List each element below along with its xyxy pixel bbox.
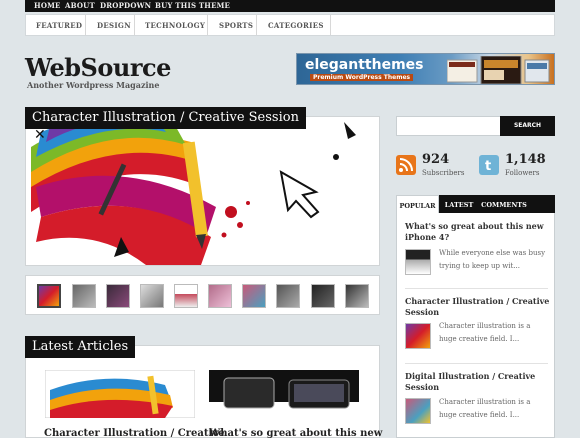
tab-popular[interactable]: POPULAR (396, 195, 439, 213)
popular-post-excerpt: Character illustration is a huge creativ… (439, 398, 531, 419)
cat-divider (256, 15, 257, 35)
cat-design[interactable]: DESIGN (97, 21, 131, 30)
featured-image: ✕ (26, 115, 379, 265)
popular-post-thumbnail[interactable] (405, 323, 431, 349)
svg-text:✕: ✕ (34, 127, 46, 143)
thumbnail[interactable] (174, 284, 198, 308)
popular-post-excerpt: Character illustration is a huge creativ… (439, 322, 531, 343)
post-divider (405, 363, 548, 364)
ad-brand: elegantthemes (305, 57, 424, 73)
article-title[interactable]: What's so great about this new (209, 428, 382, 438)
cat-divider (207, 15, 208, 35)
thumbnail[interactable] (311, 284, 335, 308)
featured-title[interactable]: Character Illustration / Creative Sessio… (25, 107, 306, 129)
cat-divider (330, 15, 331, 35)
cat-categories[interactable]: CATEGORIES (268, 21, 324, 30)
follower-count: 1,148 (505, 152, 546, 167)
top-nav-bar: HOME ABOUT DROPDOWN BUY THIS THEME (25, 0, 555, 12)
thumbnail[interactable] (345, 284, 369, 308)
site-tagline: Another Wordpress Magazine (27, 80, 160, 90)
thumbnail[interactable] (106, 284, 130, 308)
featured-thumbnails (25, 275, 380, 315)
svg-text:t: t (485, 159, 491, 174)
thumbnail[interactable] (140, 284, 164, 308)
featured-slider[interactable]: ✕ (25, 115, 380, 266)
thumbnail[interactable] (72, 284, 96, 308)
thumbnail-active[interactable] (37, 284, 61, 308)
sidebar-tabs: POPULAR LATEST COMMENTS (396, 195, 555, 213)
latest-articles-heading: Latest Articles (25, 336, 136, 358)
popular-post-title[interactable]: Digital Illustration / Creative Session (405, 371, 550, 393)
popular-post-thumbnail[interactable] (405, 249, 431, 275)
cat-divider (85, 15, 86, 35)
popular-post-excerpt: While everyone else was busy trying to k… (439, 249, 546, 270)
latest-articles-section (25, 345, 380, 438)
popular-post-title[interactable]: What's so great about this new iPhone 4? (405, 221, 550, 243)
popular-post-thumbnail[interactable] (405, 398, 431, 424)
cat-technology[interactable]: TECHNOLOGY (145, 21, 205, 30)
advertisement-banner[interactable]: elegantthemes Premium WordPress Themes (296, 53, 555, 85)
thumbnail[interactable] (208, 284, 232, 308)
category-nav-bar: FEATURED DESIGN TECHNOLOGY SPORTS CATEGO… (25, 14, 555, 36)
ad-theme-previews (447, 56, 550, 84)
tab-latest[interactable]: LATEST (439, 195, 479, 213)
ad-subtext: Premium WordPress Themes (310, 74, 414, 81)
follower-label: Followers (505, 169, 540, 177)
popular-posts-panel: What's so great about this new iPhone 4?… (396, 213, 555, 438)
article-thumbnail[interactable] (209, 370, 359, 418)
rss-icon[interactable] (396, 155, 416, 175)
search-button[interactable]: SEARCH (500, 116, 555, 136)
topnav-home[interactable]: HOME (34, 1, 61, 10)
post-divider (405, 288, 548, 289)
thumbnail[interactable] (242, 284, 266, 308)
thumbnail[interactable] (276, 284, 300, 308)
cat-sports[interactable]: SPORTS (219, 21, 253, 30)
topnav-dropdown[interactable]: DROPDOWN (100, 1, 151, 10)
topnav-buy-theme[interactable]: BUY THIS THEME (155, 1, 230, 10)
cat-divider (134, 15, 135, 35)
subscriber-label: Subscribers (422, 169, 465, 177)
tab-comments[interactable]: COMMENTS (479, 195, 529, 213)
twitter-icon[interactable]: t (479, 155, 499, 175)
article-thumbnail[interactable] (45, 370, 195, 418)
popular-post-title[interactable]: Character Illustration / Creative Sessio… (405, 296, 550, 318)
article-title[interactable]: Character Illustration / Creative (44, 428, 224, 438)
cat-featured[interactable]: FEATURED (36, 21, 82, 30)
subscriber-count: 924 (422, 152, 450, 167)
site-title[interactable]: WebSource (25, 53, 171, 82)
topnav-about[interactable]: ABOUT (65, 1, 95, 10)
